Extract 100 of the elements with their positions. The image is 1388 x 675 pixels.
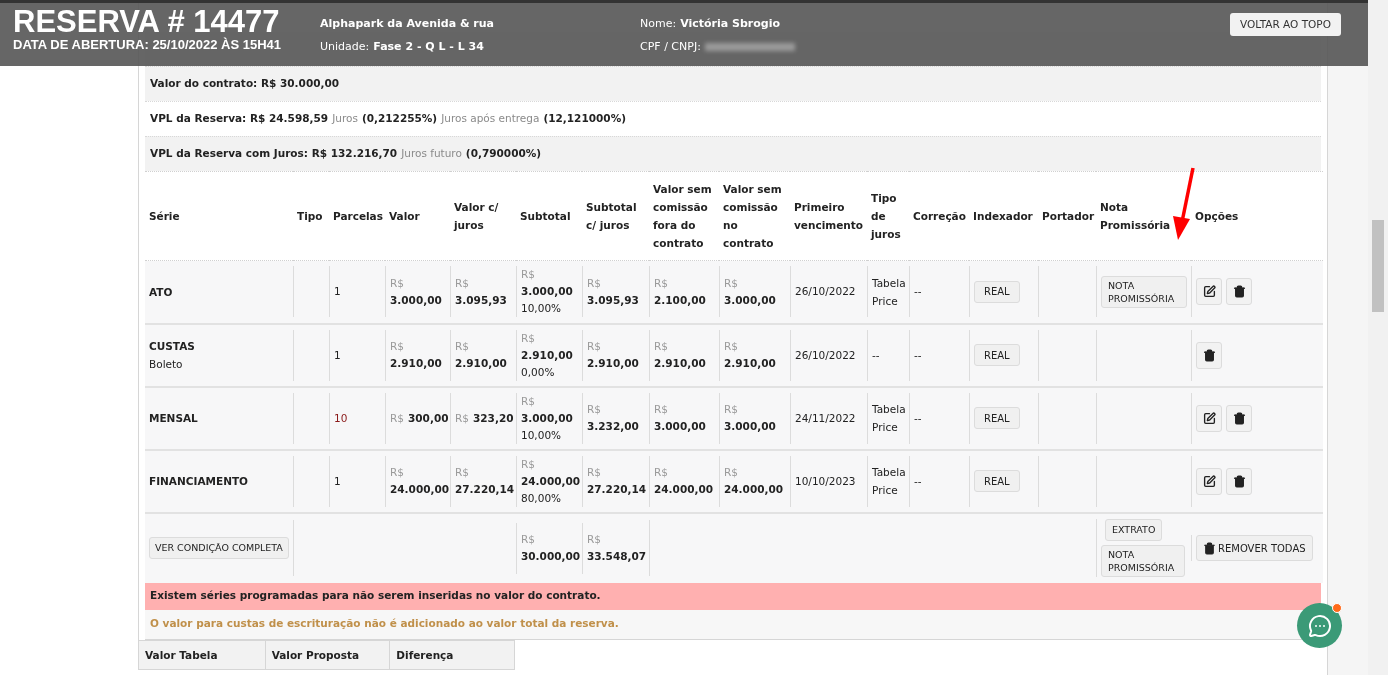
edit-icon <box>1202 411 1216 425</box>
amount: 3.000,00 <box>654 419 706 434</box>
column-header: Nota Promissória <box>1100 201 1171 231</box>
amount: 24.000,00 <box>724 482 784 497</box>
trash-icon <box>1203 541 1216 555</box>
info-note: O valor para custas de escrituração não é adicionado ao valor total da reserva. <box>150 616 619 632</box>
scrollbar[interactable] <box>1368 0 1388 675</box>
amount: 30.000,00 <box>521 549 581 564</box>
due-date: 10/10/2023 <box>795 473 857 489</box>
currency-label: R$ <box>654 339 668 354</box>
chat-icon <box>1307 613 1332 638</box>
currency-label: R$ <box>587 275 601 291</box>
back-to-top-button[interactable]: VOLTAR AO TOPO <box>1230 13 1341 36</box>
indexer-button[interactable]: REAL <box>974 280 1020 303</box>
currency-label: R$ <box>455 275 469 291</box>
interest-type: Tabela Price <box>872 402 905 435</box>
currency-label: R$ <box>587 465 601 480</box>
amount: 2.910,00 <box>521 347 573 363</box>
promissory-note-button[interactable]: NOTA PROMISSÓRIA <box>1101 545 1185 577</box>
series-name: FINANCIAMENTO <box>149 474 250 489</box>
summary-value: VPL da Reserva: R$ 24.598,59 <box>150 111 329 127</box>
amount: 2.100,00 <box>654 292 706 308</box>
column-header: Diferença <box>396 648 454 661</box>
delete-button[interactable] <box>1226 467 1252 495</box>
column-header: Portador <box>1042 210 1095 222</box>
currency-label: R$ <box>587 339 601 354</box>
currency-label: R$ <box>654 402 668 417</box>
delete-button[interactable] <box>1196 341 1222 369</box>
full-condition-button[interactable]: VER CONDIÇÃO COMPLETA <box>149 537 289 559</box>
currency-label: R$ <box>724 465 738 480</box>
summary-value: (0,212255%) <box>361 111 438 127</box>
delete-button[interactable] <box>1226 404 1252 432</box>
amount: 24.000,00 <box>521 473 581 489</box>
currency-label: R$ <box>455 465 469 480</box>
currency-label: R$ <box>521 532 535 547</box>
currency-label: R$ <box>724 339 738 354</box>
amount: 3.232,00 <box>587 419 639 434</box>
indexer-button[interactable]: REAL <box>974 470 1020 492</box>
column-header: Subtotal c/ juros <box>586 201 637 231</box>
name-label: Nome: <box>640 16 677 32</box>
interest-type: -- <box>872 348 881 363</box>
amount: 3.000,00 <box>521 410 573 426</box>
reservation-title: RESERVA # 14477 <box>13 6 280 38</box>
currency-label: R$ <box>521 393 535 409</box>
amount: 24.000,00 <box>654 482 714 497</box>
statement-button[interactable]: EXTRATO <box>1105 519 1163 541</box>
currency-label: R$ <box>390 410 404 426</box>
due-date: 26/10/2022 <box>795 284 857 300</box>
trash-icon <box>1202 348 1216 362</box>
installments: 1 <box>334 284 342 300</box>
summary-label: Juros futuro <box>401 146 462 162</box>
project-name: Alphapark da Avenida & rua <box>320 16 494 32</box>
amount: 3.000,00 <box>390 292 442 308</box>
correction-value: -- <box>914 347 923 363</box>
interest-type: Tabela Price <box>872 465 905 498</box>
amount: 3.095,93 <box>455 292 507 308</box>
amount: 323,20 <box>473 410 514 426</box>
column-header: Valor Tabela <box>145 648 218 661</box>
column-header: Valor sem comissão fora do contrato <box>653 183 712 249</box>
summary-value: VPL da Reserva com Juros: R$ 132.216,70 <box>150 146 398 162</box>
series-type: Boleto <box>149 357 184 372</box>
edit-button[interactable] <box>1196 278 1222 306</box>
indexer-button[interactable]: REAL <box>974 407 1020 429</box>
amount: 2.910,00 <box>587 356 639 371</box>
currency-label: R$ <box>724 402 738 417</box>
column-header: Subtotal <box>520 210 571 222</box>
column-header: Valor sem comissão no contrato <box>723 183 782 249</box>
summary-value: (12,121000%) <box>543 111 626 127</box>
installments: 1 <box>334 473 342 489</box>
summary-label: Juros <box>332 111 358 127</box>
edit-button[interactable] <box>1196 404 1222 432</box>
column-header: Tipo de juros <box>871 192 901 240</box>
edit-button[interactable] <box>1196 467 1222 495</box>
currency-label: R$ <box>521 267 535 283</box>
amount: 2.910,00 <box>654 356 706 371</box>
indexer-button[interactable]: REAL <box>974 344 1020 366</box>
amount: 3.000,00 <box>521 284 573 300</box>
currency-label: R$ <box>521 330 535 346</box>
correction-value: -- <box>914 473 923 489</box>
percentage: 80,00% <box>521 490 562 506</box>
correction-value: -- <box>914 284 923 300</box>
promissory-note-button[interactable]: NOTA PROMISSÓRIA <box>1101 275 1187 308</box>
unit-value: Fase 2 - Q L - L 34 <box>373 38 484 55</box>
delete-button[interactable] <box>1226 278 1252 306</box>
interest-type: Tabela Price <box>872 275 905 309</box>
currency-label: R$ <box>724 275 738 291</box>
series-name: CUSTAS <box>149 339 196 354</box>
opening-date: DATA DE ABERTURA: 25/10/2022 ÀS 15H41 <box>13 38 282 52</box>
trash-icon <box>1232 285 1246 299</box>
column-header: Valor c/ juros <box>454 201 499 231</box>
summary-value: Valor do contrato: R$ 30.000,00 <box>150 76 340 92</box>
series-name: ATO <box>149 284 174 300</box>
remove-all-button[interactable]: REMOVER TODAS <box>1196 535 1313 561</box>
amount: 3.095,93 <box>587 292 639 308</box>
unit-label: Unidade: <box>320 38 370 55</box>
currency-label: R$ <box>390 339 404 354</box>
amount: 2.910,00 <box>455 356 507 371</box>
correction-value: -- <box>914 410 923 426</box>
amount: 27.220,14 <box>455 482 515 497</box>
summary-value: (0,790000%) <box>465 146 542 162</box>
